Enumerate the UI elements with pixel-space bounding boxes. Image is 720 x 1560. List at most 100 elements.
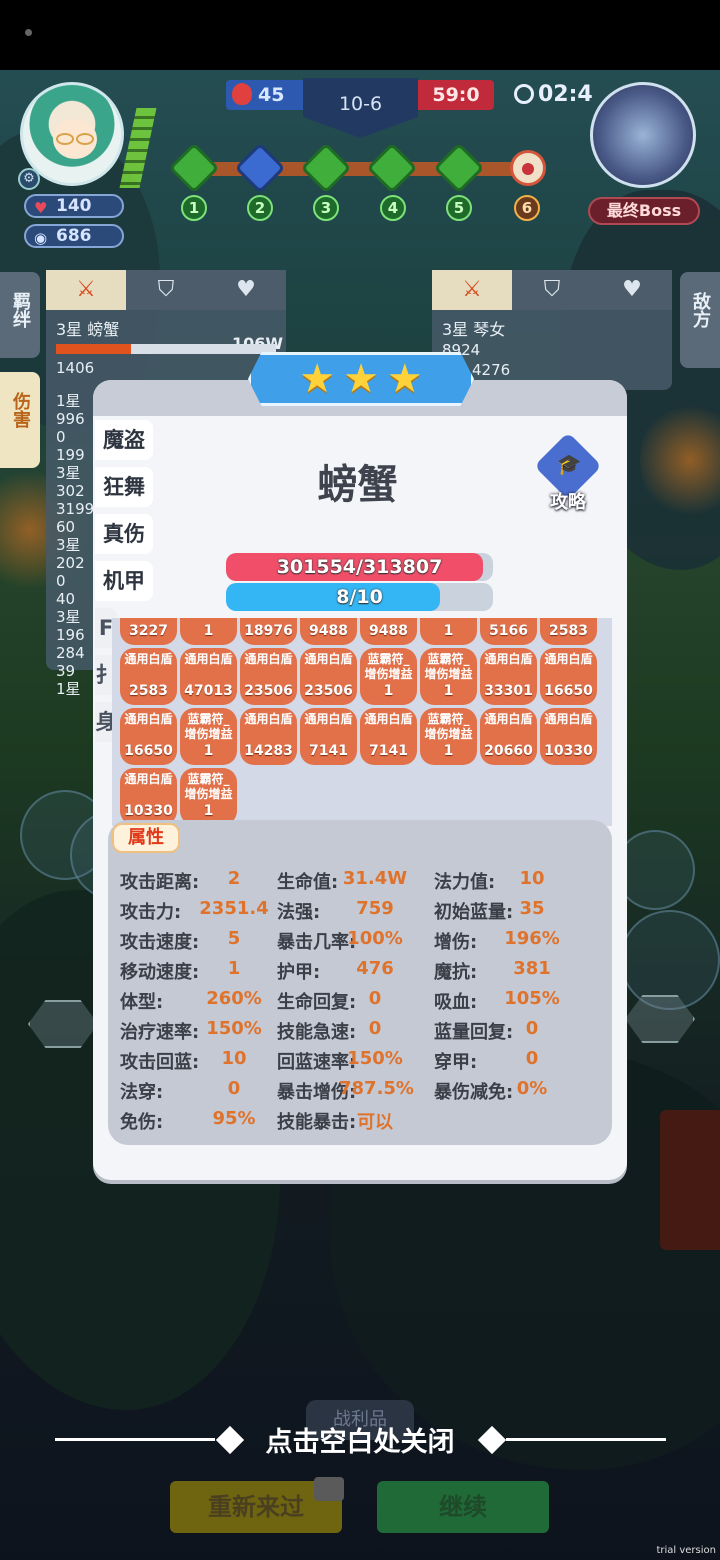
buff-tile[interactable]: 通用白盾 47013 [180, 648, 237, 705]
sword-icon[interactable]: ⚔ [432, 270, 512, 310]
continue-label: 继续 [439, 1493, 487, 1521]
attribute-item: 魔抗: 381 [434, 958, 551, 984]
buff-tile[interactable]: 蓝霸符_ 增伤增益 1 [420, 648, 477, 705]
close-hint[interactable]: 点击空白处关闭 [0, 1420, 720, 1459]
buff-tile[interactable]: 5166 [480, 618, 537, 645]
attribute-item: 治疗速率: 150% [120, 1018, 262, 1044]
final-boss-label: 最终Boss [588, 197, 700, 225]
attribute-label: 攻击力: [120, 902, 182, 923]
attribute-value: 2351.4 [199, 898, 269, 919]
avatar-glasses [76, 133, 94, 145]
stage-number: 4 [380, 195, 406, 221]
attribute-item: 暴伤减免: 0% [434, 1078, 547, 1104]
boss-avatar[interactable] [590, 82, 696, 188]
hero-hp-text: 301554/313807 [276, 556, 443, 578]
attribute-value: 150% [206, 1018, 262, 1039]
buff-name: 通用白盾 [244, 652, 293, 666]
buff-name: 通用白盾 [544, 712, 593, 726]
trait-tag[interactable]: 魔盗 [95, 420, 153, 460]
buff-tile[interactable]: 蓝霸符_ 增伤增益 1 [360, 648, 417, 705]
buff-tile[interactable]: 通用白盾 10330 [540, 708, 597, 765]
attribute-item: 技能暴击: 可以 [277, 1108, 393, 1134]
buff-tile[interactable]: 通用白盾 10330 [120, 768, 177, 825]
buff-value: 1 [443, 743, 454, 759]
buff-tile[interactable]: 9488 [360, 618, 417, 645]
heart-icon[interactable]: ♥ [592, 270, 672, 310]
buff-name: 蓝霸符_ 增伤增益 [184, 772, 233, 801]
buff-tile[interactable]: 3227 [120, 618, 177, 645]
attribute-value: 10 [221, 1048, 247, 1069]
attribute-value: 0% [516, 1078, 548, 1099]
buff-tile[interactable]: 通用白盾 2583 [120, 648, 177, 705]
attribute-value: 260% [206, 988, 262, 1009]
buff-tile[interactable]: 增伤增益1 [180, 618, 237, 645]
buff-tile[interactable]: 通用白盾 7141 [360, 708, 417, 765]
buff-value: 9488 [369, 623, 408, 639]
buff-tile[interactable]: 增伤增益1 [420, 618, 477, 645]
buff-tile[interactable]: 通用白盾 20660 [480, 708, 537, 765]
retry-button[interactable]: 重新来过 [170, 1477, 344, 1533]
buff-value: 1 [203, 803, 214, 819]
buff-tile[interactable]: 通用白盾 14283 [240, 708, 297, 765]
attribute-value: 196% [504, 928, 560, 949]
tab-bonds[interactable]: 羁绊 [0, 272, 40, 358]
status-bar [0, 0, 720, 70]
attribute-value: 0 [525, 1018, 539, 1039]
star-icon: ★ [343, 356, 379, 402]
trait-tag[interactable]: 狂舞 [95, 467, 153, 507]
star-icon: ★ [386, 356, 423, 402]
buff-tile[interactable]: 蓝霸符_ 增伤增益 1 [420, 708, 477, 765]
hero-hp-bar: 301554/313807 [226, 553, 493, 581]
buff-name: 通用白盾 [364, 712, 413, 726]
attribute-item: 生命值: 31.4W [277, 868, 407, 894]
buff-name: 通用白盾 [544, 652, 593, 666]
attribute-value: 可以 [357, 1112, 393, 1133]
settings-gear-icon[interactable]: ⚙ [18, 168, 40, 190]
graduation-cap-icon: 🎓 [556, 452, 582, 476]
buff-tile[interactable]: 9488 [300, 618, 357, 645]
buff-tile[interactable]: 2583 [540, 618, 597, 645]
buff-value: 1 [443, 623, 454, 639]
buff-tile[interactable]: 18976 [240, 618, 297, 645]
trait-tag[interactable]: 真伤 [95, 514, 153, 554]
buff-name: 通用白盾 [304, 712, 353, 726]
buff-name: 通用白盾 [484, 712, 533, 726]
buff-tile[interactable]: 通用白盾 16650 [540, 648, 597, 705]
attribute-value: 10 [519, 868, 545, 889]
buff-value: 23506 [304, 683, 353, 699]
attribute-value: 476 [356, 958, 394, 979]
attribute-label: 攻击距离: [120, 872, 200, 893]
buff-tile[interactable]: 通用白盾 23506 [300, 648, 357, 705]
heart-icon[interactable]: ♥ [206, 270, 286, 310]
buff-name: 通用白盾 [124, 772, 173, 786]
attribute-label: 免伤: [120, 1112, 164, 1133]
buff-tile[interactable]: 蓝霸符_ 增伤增益 1 [180, 708, 237, 765]
shield-icon[interactable]: ⛉ [126, 270, 206, 310]
buff-tile[interactable]: 通用白盾 33301 [480, 648, 537, 705]
tab-enemy[interactable]: 敌方 [680, 272, 720, 368]
buff-tile[interactable]: 通用白盾 16650 [120, 708, 177, 765]
enemy-unit-name: 3星 琴女 [442, 320, 506, 339]
buff-tile[interactable]: 通用白盾 7141 [300, 708, 357, 765]
buff-value: 47013 [184, 683, 233, 699]
attribute-label: 穿甲: [434, 1052, 478, 1073]
watermark: trial version [656, 1545, 716, 1556]
buff-tile[interactable]: 通用白盾 23506 [240, 648, 297, 705]
shield-icon[interactable]: ⛉ [512, 270, 592, 310]
guide-button[interactable]: 🎓 攻略 [534, 432, 602, 513]
tab-bonds-label: 羁绊 [10, 292, 31, 328]
attribute-label: 攻击速度: [120, 932, 200, 953]
attribute-label: 攻击回蓝: [120, 1052, 200, 1073]
continue-button[interactable]: 继续 [377, 1481, 549, 1533]
tab-damage[interactable]: 伤害 [0, 372, 40, 468]
sword-icon[interactable]: ⚔ [46, 270, 126, 310]
buff-name: 蓝霸符_ 增伤增益 [364, 652, 413, 681]
buff-name: 蓝霸符_ 增伤增益 [184, 712, 233, 741]
trait-tag[interactable]: 机甲 [95, 561, 153, 601]
attribute-value: 2 [227, 868, 241, 889]
unit-damage-fill [56, 344, 131, 354]
buff-value: 23506 [244, 683, 293, 699]
buff-tile[interactable]: 蓝霸符_ 增伤增益 1 [180, 768, 237, 825]
buff-name: 通用白盾 [244, 712, 293, 726]
attribute-value: 0 [368, 988, 382, 1009]
